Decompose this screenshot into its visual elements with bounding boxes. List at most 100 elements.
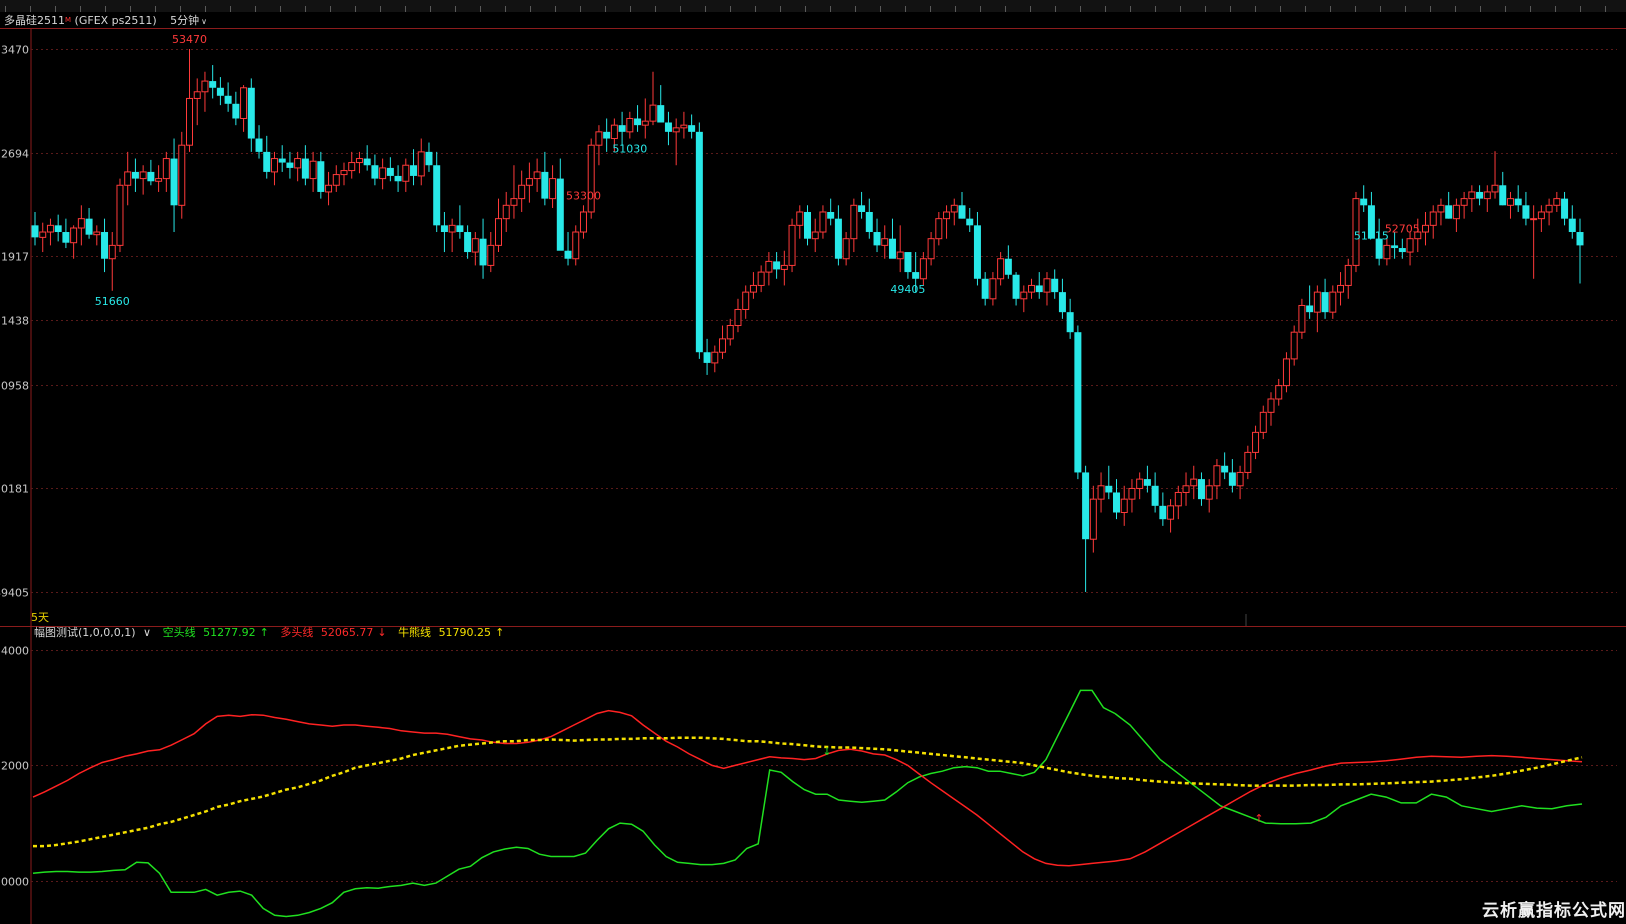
candle-body: [549, 178, 557, 200]
candle-body: [834, 218, 842, 259]
candle-body: [101, 232, 109, 259]
candle-body: [1113, 492, 1120, 513]
candle-body: [533, 171, 541, 180]
candle-body: [317, 161, 325, 192]
candle-body: [1051, 278, 1059, 293]
candle-body: [1576, 232, 1584, 246]
candle-body: [1128, 487, 1136, 500]
candle-body: [1383, 244, 1391, 260]
chart-canvas[interactable]: 534705269451917514385095850181494055天534…: [0, 0, 1626, 924]
sell-signal-arrow: ↓: [822, 745, 831, 758]
candle-body: [1337, 284, 1345, 293]
candle-body: [664, 122, 672, 132]
candle-body: [1282, 358, 1290, 387]
candle-body: [780, 264, 788, 270]
candle-body: [186, 97, 193, 146]
low-annotation: 51030: [612, 143, 647, 156]
candle-body: [394, 175, 402, 182]
candle-body: [1058, 292, 1066, 313]
candle-body: [147, 171, 155, 182]
candle-body: [1275, 385, 1283, 400]
candle-body: [912, 272, 920, 279]
candle-body: [1561, 198, 1569, 219]
candle-body: [1136, 478, 1144, 489]
candle-body: [348, 162, 356, 172]
candle-body: [1151, 485, 1159, 506]
candle-body: [1553, 198, 1561, 206]
indicator-name[interactable]: 幅图测试(1,0,0,0,1) ∨: [34, 626, 155, 639]
candle-body: [888, 238, 896, 259]
candle-body: [1143, 479, 1151, 486]
bull-bear-line: [1114, 756, 1583, 787]
candle-body: [703, 352, 711, 363]
candle-body: [116, 184, 124, 246]
candle-body: [688, 125, 696, 132]
candle-body: [70, 227, 78, 244]
bull-bear-legend: 牛熊线 51790.25 ↑: [398, 626, 505, 639]
candle-body: [1120, 498, 1128, 514]
candle-body: [811, 231, 819, 240]
y-tick-label: 50181: [0, 483, 29, 496]
candle-body: [363, 158, 371, 166]
buy-signal-arrow: ↑: [1254, 812, 1263, 825]
candle-body: [301, 158, 309, 179]
candle-body: [1360, 198, 1368, 206]
candle-body: [1491, 184, 1499, 193]
candle-body: [804, 211, 811, 239]
candle-body: [1043, 278, 1051, 293]
candle-body: [1004, 258, 1012, 275]
candle-body: [1522, 205, 1530, 219]
candle-body: [294, 158, 302, 169]
candle-body: [1391, 245, 1399, 249]
bull-bear-line: [33, 736, 1116, 848]
candle-body: [1159, 505, 1167, 520]
candle-body: [989, 278, 997, 300]
y-tick-label: 52000: [0, 760, 29, 773]
candle-body: [1020, 291, 1028, 300]
y-tick-label: 54000: [0, 645, 29, 658]
candle-body: [858, 205, 866, 212]
long-line: [32, 709, 1116, 867]
candle-body: [1174, 491, 1182, 507]
candle-body: [1190, 478, 1198, 487]
candle-body: [46, 224, 54, 233]
candle-body: [796, 211, 804, 226]
candle-body: [1537, 211, 1545, 220]
candle-body: [85, 218, 93, 235]
candle-body: [139, 171, 147, 180]
candle-body: [93, 231, 101, 236]
candle-body: [1035, 285, 1043, 293]
candle-body: [386, 167, 394, 176]
candle-body: [695, 131, 703, 353]
candle-body: [1545, 204, 1553, 213]
candle-body: [1468, 191, 1476, 200]
y-tick-label: 51917: [0, 251, 29, 264]
candle-body: [1452, 204, 1460, 220]
low-annotation: 51715: [1354, 229, 1389, 242]
candle-body: [124, 171, 132, 186]
y-tick-label: 50958: [0, 380, 29, 393]
y-tick-label: 51438: [0, 315, 29, 328]
high-annotation: 53300: [566, 189, 601, 202]
candle-body: [440, 225, 448, 233]
candle-body: [819, 211, 827, 233]
candle-body: [240, 87, 248, 119]
candle-body: [286, 162, 294, 168]
candle-body: [471, 238, 479, 253]
candle-body: [850, 204, 858, 240]
candle-body: [626, 117, 634, 133]
candle-body: [1530, 218, 1538, 221]
candle-body: [1028, 284, 1036, 293]
candle-body: [579, 211, 587, 233]
candle-body: [610, 124, 618, 140]
candle-body: [1344, 264, 1352, 286]
candle-body: [827, 211, 835, 219]
watermark: 云析赢指标公式网: [1482, 901, 1626, 921]
candle-body: [464, 232, 472, 253]
candle-body: [556, 178, 564, 251]
candle-body: [943, 211, 951, 220]
candle-body: [672, 127, 680, 133]
candle-body: [618, 125, 626, 132]
candle-body: [966, 218, 974, 226]
candle-body: [1066, 312, 1074, 333]
